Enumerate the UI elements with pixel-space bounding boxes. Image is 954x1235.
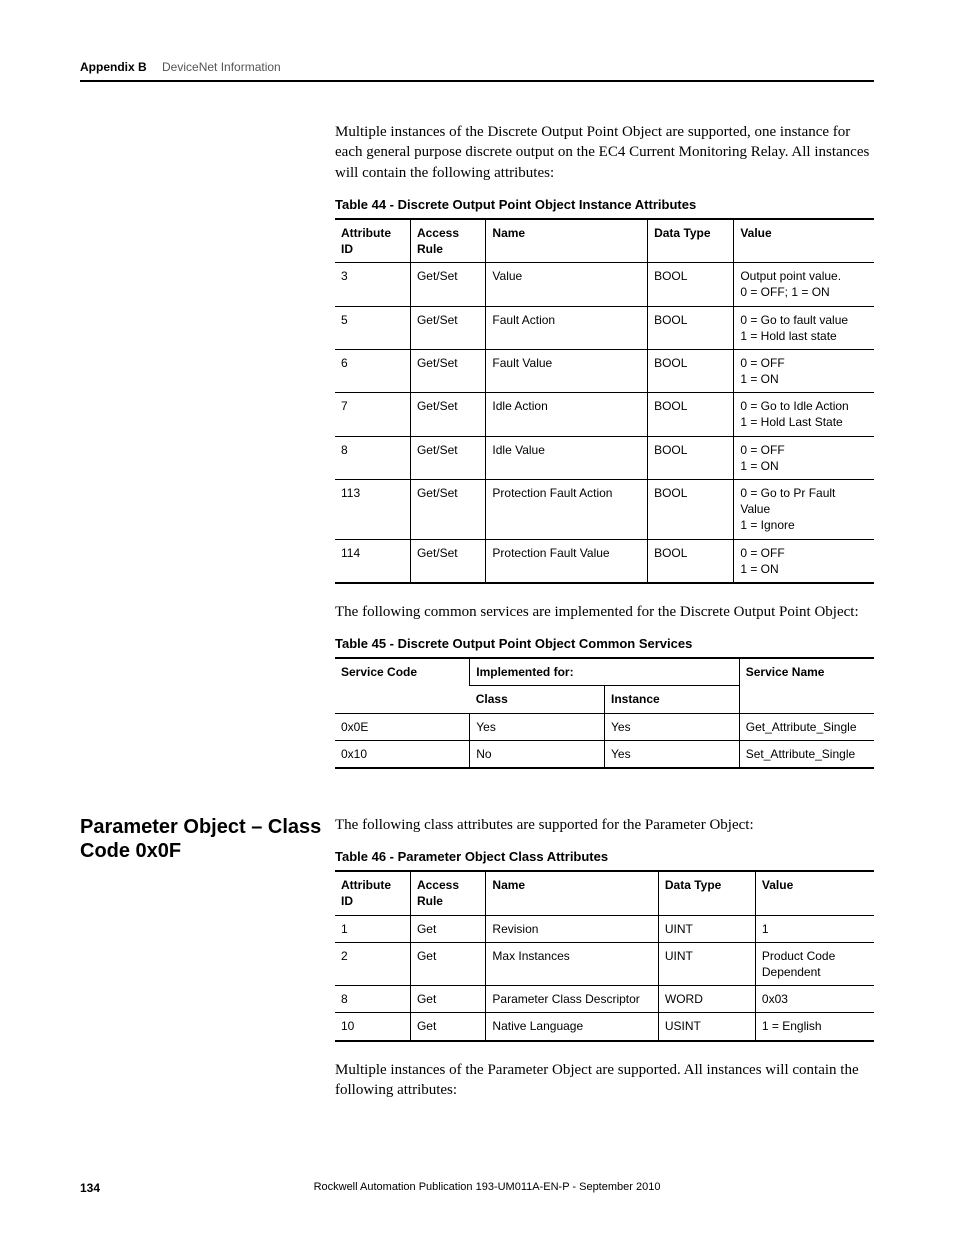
page-number: 134 — [80, 1181, 100, 1195]
table-row: 114Get/SetProtection Fault ValueBOOL0 = … — [335, 539, 874, 583]
th-data-type: Data Type — [648, 219, 734, 263]
th-name: Name — [486, 871, 658, 915]
th-implemented-for: Implemented for: — [470, 658, 740, 686]
table-row: 1GetRevisionUINT1 — [335, 915, 874, 942]
th-access-rule: Access Rule — [410, 219, 485, 263]
table-row: 113Get/SetProtection Fault ActionBOOL0 =… — [335, 480, 874, 540]
th-name: Name — [486, 219, 648, 263]
section-heading: Parameter Object – Class Code 0x0F — [80, 815, 335, 863]
th-data-type: Data Type — [658, 871, 755, 915]
intro-paragraph: Multiple instances of the Discrete Outpu… — [335, 122, 874, 183]
th-attribute-id: Attribute ID — [335, 871, 410, 915]
table-header-row: Attribute ID Access Rule Name Data Type … — [335, 871, 874, 915]
table-row: 8GetParameter Class DescriptorWORD0x03 — [335, 986, 874, 1013]
table-header-row: Service Code Implemented for: Service Na… — [335, 658, 874, 686]
table44: Attribute ID Access Rule Name Data Type … — [335, 218, 874, 584]
table45-caption: Table 45 - Discrete Output Point Object … — [335, 636, 874, 651]
table-row: 6Get/SetFault ValueBOOL0 = OFF 1 = ON — [335, 349, 874, 392]
table-header-row: Attribute ID Access Rule Name Data Type … — [335, 219, 874, 263]
th-class: Class — [470, 686, 605, 713]
th-service-code: Service Code — [335, 658, 470, 713]
th-value: Value — [734, 219, 874, 263]
table-row: 5Get/SetFault ActionBOOL0 = Go to fault … — [335, 306, 874, 349]
th-value: Value — [755, 871, 874, 915]
table46: Attribute ID Access Rule Name Data Type … — [335, 870, 874, 1041]
param-intro-paragraph: The following class attributes are suppo… — [335, 815, 874, 835]
table45: Service Code Implemented for: Service Na… — [335, 657, 874, 769]
para-after-46: Multiple instances of the Parameter Obje… — [335, 1060, 874, 1101]
th-service-name: Service Name — [739, 658, 874, 713]
appendix-label: Appendix B — [80, 60, 147, 74]
para-after-44: The following common services are implem… — [335, 602, 874, 622]
table46-caption: Table 46 - Parameter Object Class Attrib… — [335, 849, 874, 864]
th-attribute-id: Attribute ID — [335, 219, 410, 263]
running-header: Appendix B DeviceNet Information — [80, 60, 874, 74]
th-access-rule: Access Rule — [410, 871, 485, 915]
footer: 134 Rockwell Automation Publication 193-… — [80, 1181, 874, 1195]
table-row: 0x0EYesYesGet_Attribute_Single — [335, 713, 874, 740]
table-row: 8Get/SetIdle ValueBOOL0 = OFF 1 = ON — [335, 436, 874, 479]
table-row: 0x10NoYesSet_Attribute_Single — [335, 740, 874, 768]
th-instance: Instance — [605, 686, 740, 713]
header-title: DeviceNet Information — [162, 60, 281, 74]
header-rule — [80, 80, 874, 82]
table-row: 3Get/SetValueBOOLOutput point value. 0 =… — [335, 263, 874, 306]
table-row: 10GetNative LanguageUSINT1 = English — [335, 1013, 874, 1041]
publication-info: Rockwell Automation Publication 193-UM01… — [80, 1181, 874, 1193]
table-row: 2GetMax InstancesUINTProduct Code Depend… — [335, 942, 874, 985]
table44-caption: Table 44 - Discrete Output Point Object … — [335, 197, 874, 212]
table-row: 7Get/SetIdle ActionBOOL0 = Go to Idle Ac… — [335, 393, 874, 436]
